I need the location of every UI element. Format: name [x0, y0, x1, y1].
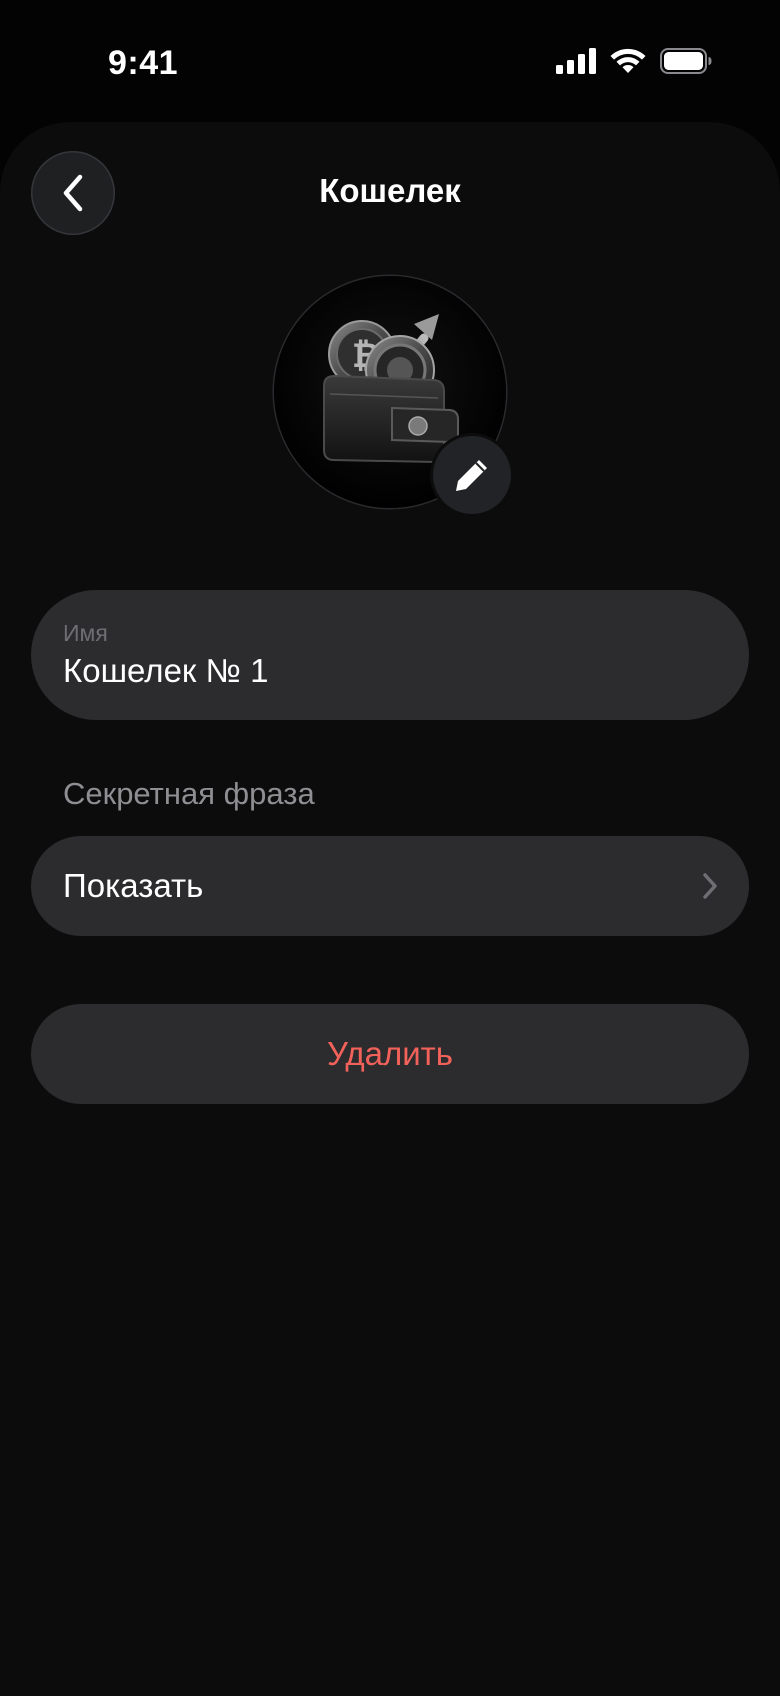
show-secret-phrase-label: Показать	[63, 867, 204, 904]
status-time: 9:41	[108, 44, 179, 82]
edit-avatar-button[interactable]	[433, 436, 511, 514]
cellular-signal-icon	[556, 48, 596, 74]
wallet-name-input[interactable]	[63, 652, 703, 690]
chevron-right-icon	[703, 873, 717, 899]
battery-icon	[660, 48, 712, 74]
pencil-icon	[456, 460, 487, 491]
wallet-name-label: Имя	[63, 620, 108, 646]
secret-phrase-section-label: Секретная фраза	[63, 776, 315, 811]
delete-wallet-button[interactable]: Удалить	[31, 1004, 749, 1104]
show-secret-phrase-button[interactable]: Показать	[31, 836, 749, 936]
wallet-settings-sheet: Кошелек ₿ Имя Кошелек № 1 Секретная фраз…	[0, 122, 780, 1696]
status-bar: 9:41	[0, 0, 780, 122]
status-icons	[556, 48, 712, 74]
page-title: Кошелек	[319, 172, 461, 209]
wifi-icon	[610, 48, 646, 73]
delete-wallet-label: Удалить	[327, 1035, 453, 1072]
wallet-name-field[interactable]: Имя	[31, 590, 749, 720]
